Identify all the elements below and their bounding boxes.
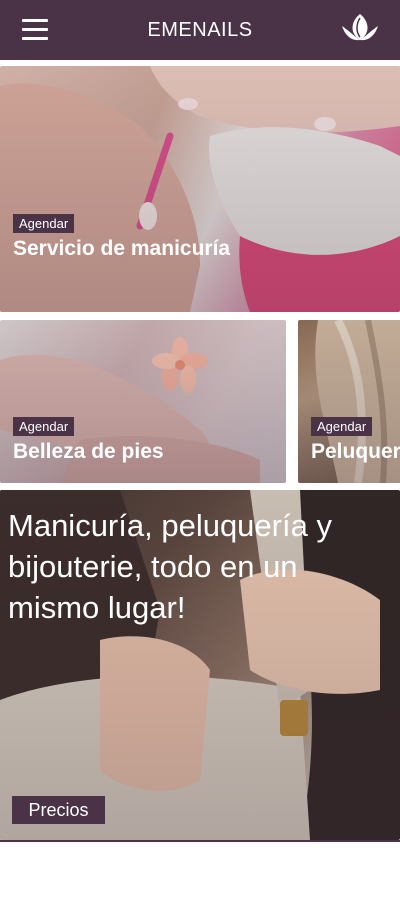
service-card-hair[interactable]: Agendar Peluquería bbox=[298, 320, 400, 483]
schedule-badge[interactable]: Agendar bbox=[13, 417, 75, 436]
schedule-badge[interactable]: Agendar bbox=[311, 417, 373, 436]
service-card-manicure[interactable]: Agendar Servicio de manicuría bbox=[0, 66, 400, 312]
schedule-badge[interactable]: Agendar bbox=[13, 214, 75, 233]
prices-button[interactable]: Precios bbox=[12, 796, 105, 824]
service-card-feet[interactable]: Agendar Belleza de pies bbox=[0, 320, 286, 483]
card-title: Belleza de pies bbox=[13, 440, 164, 463]
lotus-logo-icon[interactable] bbox=[340, 10, 380, 44]
card-title: Servicio de manicuría bbox=[13, 237, 231, 260]
promo-headline: Manicuría, peluquería y bijouterie, todo… bbox=[8, 508, 332, 625]
top-app-bar: EMENAILS bbox=[0, 0, 400, 60]
card-title: Peluquería bbox=[311, 440, 400, 463]
image-overlay bbox=[0, 66, 400, 312]
section-divider bbox=[0, 840, 400, 842]
